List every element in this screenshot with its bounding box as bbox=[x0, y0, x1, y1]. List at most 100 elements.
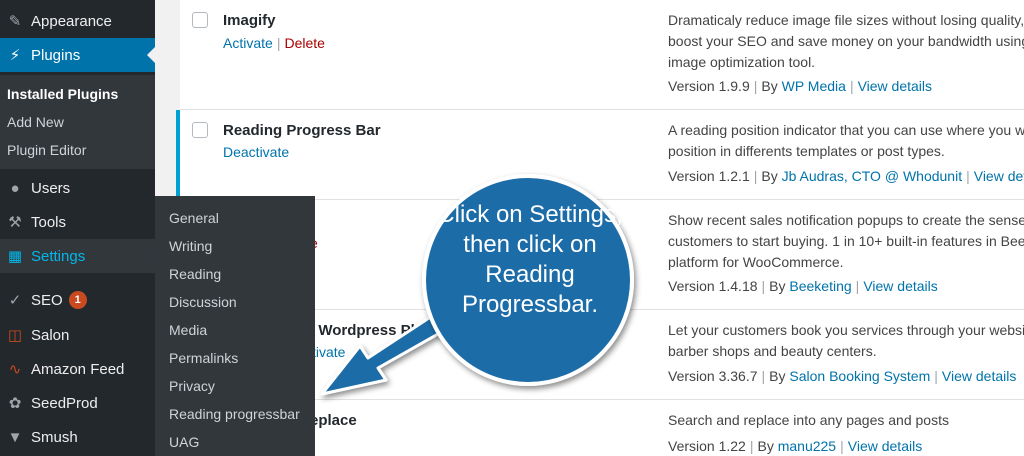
plugin-description: A reading position indicator that you ca… bbox=[668, 120, 1024, 162]
sidebar-item-appearance[interactable]: ✎ Appearance bbox=[0, 4, 155, 38]
by-label: By bbox=[761, 168, 778, 184]
submenu-plugin-editor[interactable]: Plugin Editor bbox=[7, 142, 86, 158]
activate-link[interactable]: Activate bbox=[223, 35, 273, 51]
sidebar-item-tools[interactable]: ⚒ Tools bbox=[0, 205, 155, 239]
row-actions: Deactivate bbox=[223, 144, 289, 160]
sidebar-item-salon[interactable]: ◫ Salon bbox=[0, 318, 155, 352]
plugin-meta: Version 3.36.7 | By Salon Booking System | V… bbox=[668, 368, 1017, 384]
sidebar-item-label: Salon bbox=[31, 326, 70, 344]
screenshot-frame: Imagify Activate | Delete Dramaticaly redu… bbox=[0, 0, 1024, 456]
sidebar-item-label: SeedProd bbox=[31, 394, 98, 412]
users-icon: ● bbox=[10, 179, 20, 197]
by-label: By bbox=[769, 278, 786, 294]
plugin-name: g Wordpress Pl bbox=[305, 322, 415, 339]
plugins-submenu: Installed Plugins Add New Plugin Editor bbox=[0, 75, 155, 169]
plugin-description: Dramaticaly reduce image file sizes with… bbox=[668, 10, 1024, 73]
submenu-add-new[interactable]: Add New bbox=[7, 114, 64, 130]
settings-flyout-menu: General Writing Reading Discussion Media… bbox=[155, 196, 315, 456]
plugin-version: Version 1.4.18 bbox=[668, 278, 758, 294]
sidebar-item-seedprod[interactable]: ✿ SeedProd bbox=[0, 386, 155, 420]
plugin-name: Reading Progress Bar bbox=[223, 122, 381, 139]
plugin-description: Let your customers book you services thr… bbox=[668, 320, 1024, 362]
view-details-link[interactable]: View details bbox=[858, 78, 932, 94]
paintbrush-icon: ✎ bbox=[8, 13, 22, 30]
plugin-meta: Version 1.9.9 | By WP Media | View details bbox=[668, 78, 933, 94]
description-line: customers to start buying. 1 in 10+ buil… bbox=[668, 233, 1024, 249]
row-checkbox[interactable] bbox=[192, 12, 208, 28]
flyout-item-uag[interactable]: UAG bbox=[169, 434, 199, 450]
description-line: barber shops and beauty centers. bbox=[668, 343, 877, 359]
plugin-version: Version 1.9.9 bbox=[668, 78, 750, 94]
plugin-meta: Version 1.22 | By manu225 | View details bbox=[668, 438, 923, 454]
smush-icon: ▼ bbox=[7, 428, 23, 446]
plugin-version: Version 1.22 bbox=[668, 438, 746, 454]
delete-link[interactable]: Delete bbox=[284, 35, 324, 51]
wrench-icon: ⚒ bbox=[8, 214, 22, 231]
flyout-item-reading-progressbar[interactable]: Reading progressbar bbox=[169, 406, 300, 422]
notification-badge: 1 bbox=[68, 291, 87, 309]
sidebar-item-label: SEO bbox=[31, 291, 63, 309]
sidebar-item-label: Amazon Feed bbox=[31, 360, 125, 378]
description-line: Let your customers book you services thr… bbox=[668, 322, 1024, 338]
sidebar-item-label: Appearance bbox=[31, 12, 112, 30]
flyout-item-discussion[interactable]: Discussion bbox=[169, 294, 237, 310]
current-menu-arrow bbox=[147, 47, 155, 63]
sidebar-item-users[interactable]: ● Users bbox=[0, 171, 155, 205]
description-line: Search and replace into any pages and po… bbox=[668, 412, 949, 428]
flyout-item-general[interactable]: General bbox=[169, 210, 219, 226]
flyout-item-privacy[interactable]: Privacy bbox=[169, 378, 215, 394]
plugin-description: Search and replace into any pages and po… bbox=[668, 410, 1024, 431]
view-details-link[interactable]: View details bbox=[974, 168, 1024, 184]
sidebar-item-plugins[interactable]: ⚡ Plugins bbox=[0, 38, 155, 72]
flyout-item-media[interactable]: Media bbox=[169, 322, 207, 338]
plugin-name: Imagify bbox=[223, 12, 276, 29]
by-label: By bbox=[761, 78, 778, 94]
flyout-item-reading[interactable]: Reading bbox=[169, 266, 221, 282]
admin-sidebar: ✎ Appearance ⚡ Plugins Installed Plugins… bbox=[0, 0, 155, 456]
description-line: position in differents templates or post… bbox=[668, 143, 945, 159]
sidebar-item-label: Plugins bbox=[31, 46, 81, 64]
row-checkbox[interactable] bbox=[192, 122, 208, 138]
description-line: boost your SEO and save money on your ba… bbox=[668, 33, 1024, 49]
view-details-link[interactable]: View details bbox=[863, 278, 937, 294]
plugin-icon: ⚡ bbox=[9, 47, 21, 64]
plugin-name: eplace bbox=[310, 412, 357, 429]
callout-text: Click on Settings, then click on Reading… bbox=[437, 201, 623, 318]
sidebar-item-label: Tools bbox=[31, 213, 67, 231]
author-link[interactable]: Salon Booking System bbox=[789, 368, 930, 384]
by-label: By bbox=[757, 438, 774, 454]
row-actions: Activate | Delete bbox=[223, 35, 325, 51]
description-line: A reading position indicator that you ca… bbox=[668, 122, 1024, 138]
plugin-meta: Version 1.4.18 | By Beeketing | View details bbox=[668, 278, 938, 294]
sidebar-item-label: Settings bbox=[31, 247, 86, 265]
plugin-version: Version 3.36.7 bbox=[668, 368, 758, 384]
submenu-installed-plugins[interactable]: Installed Plugins bbox=[7, 86, 118, 102]
author-link[interactable]: WP Media bbox=[782, 78, 846, 94]
view-details-link[interactable]: View details bbox=[848, 438, 922, 454]
rss-icon: ∿ bbox=[8, 361, 22, 378]
sidebar-item-amazon-feed[interactable]: ∿ Amazon Feed bbox=[0, 352, 155, 386]
sidebar-item-smush[interactable]: ▼ Smush bbox=[0, 420, 155, 454]
flyout-item-permalinks[interactable]: Permalinks bbox=[169, 350, 238, 366]
author-link[interactable]: Jb Audras, CTO @ Whodunit bbox=[782, 168, 962, 184]
sidebar-item-label: Users bbox=[31, 179, 71, 197]
plugin-description: Show recent sales notification popups to… bbox=[668, 210, 1024, 273]
sidebar-item-label: Smush bbox=[31, 428, 78, 446]
description-line: Show recent sales notification popups to… bbox=[668, 212, 1024, 228]
author-link[interactable]: Beeketing bbox=[789, 278, 851, 294]
description-line: platform for WooCommerce. bbox=[668, 254, 844, 270]
by-label: By bbox=[769, 368, 786, 384]
sidebar-item-seo[interactable]: ✓ SEO 1 bbox=[0, 283, 155, 317]
view-details-link[interactable]: View details bbox=[942, 368, 1016, 384]
deactivate-link[interactable]: Deactivate bbox=[223, 144, 289, 160]
flyout-arrow bbox=[147, 248, 155, 264]
plugin-meta: Version 1.2.1 | By Jb Audras, CTO @ Whodun… bbox=[668, 168, 1024, 184]
flyout-item-writing[interactable]: Writing bbox=[169, 238, 212, 254]
description-line: Dramaticaly reduce image file sizes with… bbox=[668, 12, 1024, 28]
table-row: Reading Progress Bar Deactivate A readin… bbox=[176, 110, 1024, 200]
table-row: Imagify Activate | Delete Dramaticaly redu… bbox=[180, 0, 1024, 110]
sidebar-item-settings[interactable]: ▦ Settings bbox=[0, 239, 155, 273]
plugin-version: Version 1.2.1 bbox=[668, 168, 750, 184]
calendar-icon: ◫ bbox=[7, 327, 23, 344]
author-link[interactable]: manu225 bbox=[778, 438, 836, 454]
